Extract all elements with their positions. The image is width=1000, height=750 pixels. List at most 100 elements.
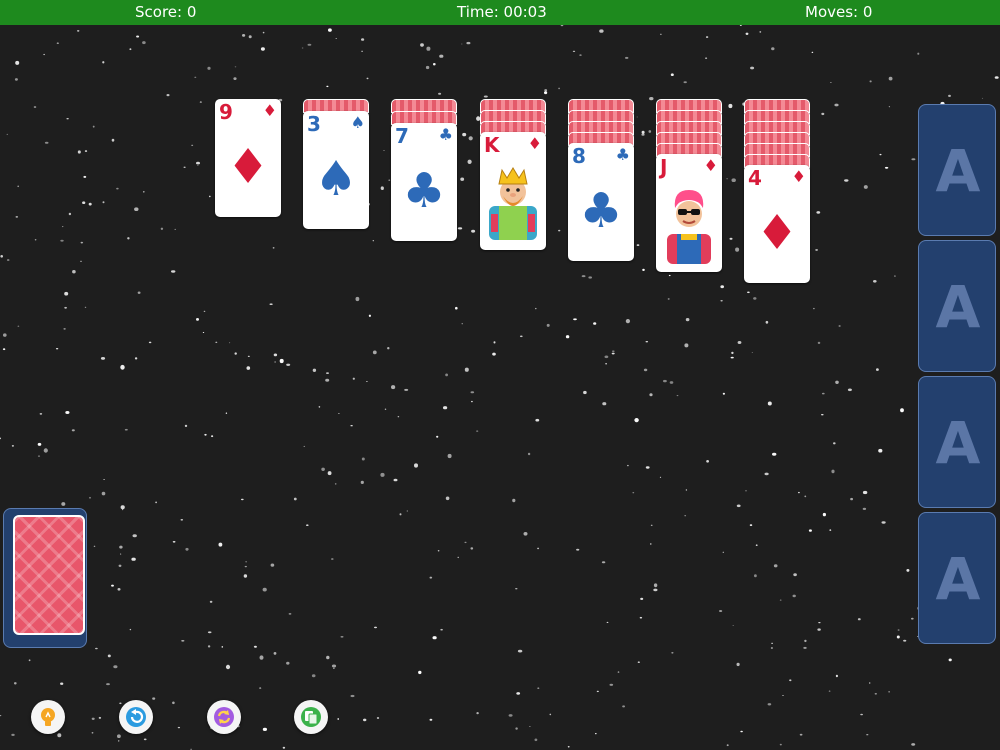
card-rank: 7	[395, 124, 409, 148]
foundation-pile-4[interactable]: A	[918, 512, 996, 644]
hint-button[interactable]	[31, 700, 65, 734]
tableau-card[interactable]: K ♦	[480, 132, 546, 250]
speckle	[100, 357, 106, 360]
foundation-label: A	[935, 273, 981, 341]
speckle	[535, 307, 537, 310]
speckle	[279, 358, 284, 364]
speckle	[462, 132, 467, 137]
speckle	[337, 718, 340, 720]
speckle	[994, 76, 999, 79]
speckle	[641, 130, 645, 134]
tableau-card[interactable]: 9 ♦ ♦	[215, 99, 281, 217]
speckle	[166, 94, 170, 97]
new-game-button[interactable]	[207, 700, 241, 734]
speckle	[567, 746, 570, 748]
speckle	[821, 392, 825, 395]
speckle	[368, 314, 371, 317]
undo-button[interactable]	[119, 700, 153, 734]
speckle	[245, 561, 247, 563]
score-label: Score: 0	[135, 3, 197, 21]
stock-pile[interactable]	[13, 515, 85, 635]
foundation-pile-1[interactable]: A	[918, 104, 996, 236]
speckle	[118, 740, 120, 742]
speckle	[209, 195, 211, 198]
speckle	[457, 227, 463, 230]
speckle	[737, 341, 742, 344]
speckle	[301, 47, 304, 49]
speckle	[293, 497, 297, 501]
speckle	[627, 464, 629, 467]
speckle	[37, 455, 41, 457]
speckle	[546, 323, 550, 327]
speckle	[55, 348, 59, 350]
tableau-card[interactable]: J ♦	[656, 154, 722, 272]
tableau-card[interactable]: 8 ♣ ♣	[568, 143, 634, 261]
speckle	[579, 54, 582, 56]
speckle	[537, 687, 540, 689]
diamond-icon: ♦	[755, 205, 799, 261]
tableau-card[interactable]: 3 ♠ ♠	[303, 111, 369, 229]
club-icon: ♣	[579, 183, 623, 239]
speckle	[14, 78, 18, 81]
tableau-card[interactable]: 4 ♦ ♦	[744, 165, 810, 283]
speckle	[779, 743, 782, 746]
speckle	[380, 472, 385, 477]
speckle	[745, 490, 747, 492]
speckle	[311, 674, 316, 678]
foundation-label: A	[935, 137, 981, 205]
speckle	[376, 717, 380, 719]
speckle	[433, 62, 436, 66]
speckle	[397, 416, 400, 418]
speckle	[476, 430, 479, 432]
speckle	[558, 229, 561, 232]
speckle	[246, 366, 251, 370]
speckle	[172, 701, 175, 705]
speckle	[262, 727, 267, 732]
speckle	[906, 569, 910, 572]
speckle	[366, 381, 368, 382]
speckle	[380, 186, 384, 190]
speckle	[799, 733, 803, 736]
speckle	[426, 46, 431, 51]
speckle	[117, 734, 121, 738]
spade-icon: ♠	[350, 113, 365, 132]
speckle	[116, 187, 119, 190]
tableau-card[interactable]: 7 ♣ ♣	[391, 123, 457, 241]
speckle	[196, 161, 200, 165]
speckle	[759, 31, 762, 33]
speckle	[327, 471, 332, 476]
speckle	[705, 57, 708, 59]
speckle	[6, 133, 9, 135]
speckle	[722, 392, 726, 395]
speckle	[447, 453, 452, 459]
speckle	[338, 413, 340, 414]
speckle	[460, 177, 465, 181]
speckle	[80, 241, 84, 244]
settings-button[interactable]	[294, 700, 328, 734]
speckle	[650, 543, 652, 545]
speckle	[663, 379, 667, 383]
card-rank: 4	[748, 166, 762, 190]
speckle	[321, 467, 325, 471]
speckle	[117, 588, 121, 591]
speckle	[340, 636, 344, 638]
speckle	[670, 73, 674, 76]
speckle	[2, 348, 6, 351]
speckle	[326, 85, 329, 88]
speckle	[804, 639, 807, 643]
speckle	[383, 150, 385, 152]
speckle	[306, 524, 309, 526]
foundation-pile-3[interactable]: A	[918, 376, 996, 508]
speckle	[84, 306, 87, 308]
foundation-pile-2[interactable]: A	[918, 240, 996, 372]
speckle	[199, 101, 202, 103]
speckle	[869, 682, 871, 684]
speckle	[726, 178, 728, 180]
speckle	[606, 621, 609, 623]
speckle	[303, 445, 306, 447]
speckle	[822, 512, 827, 517]
speckle	[134, 357, 138, 360]
speckle	[129, 48, 132, 51]
speckle	[80, 260, 82, 262]
speckle	[196, 318, 199, 321]
